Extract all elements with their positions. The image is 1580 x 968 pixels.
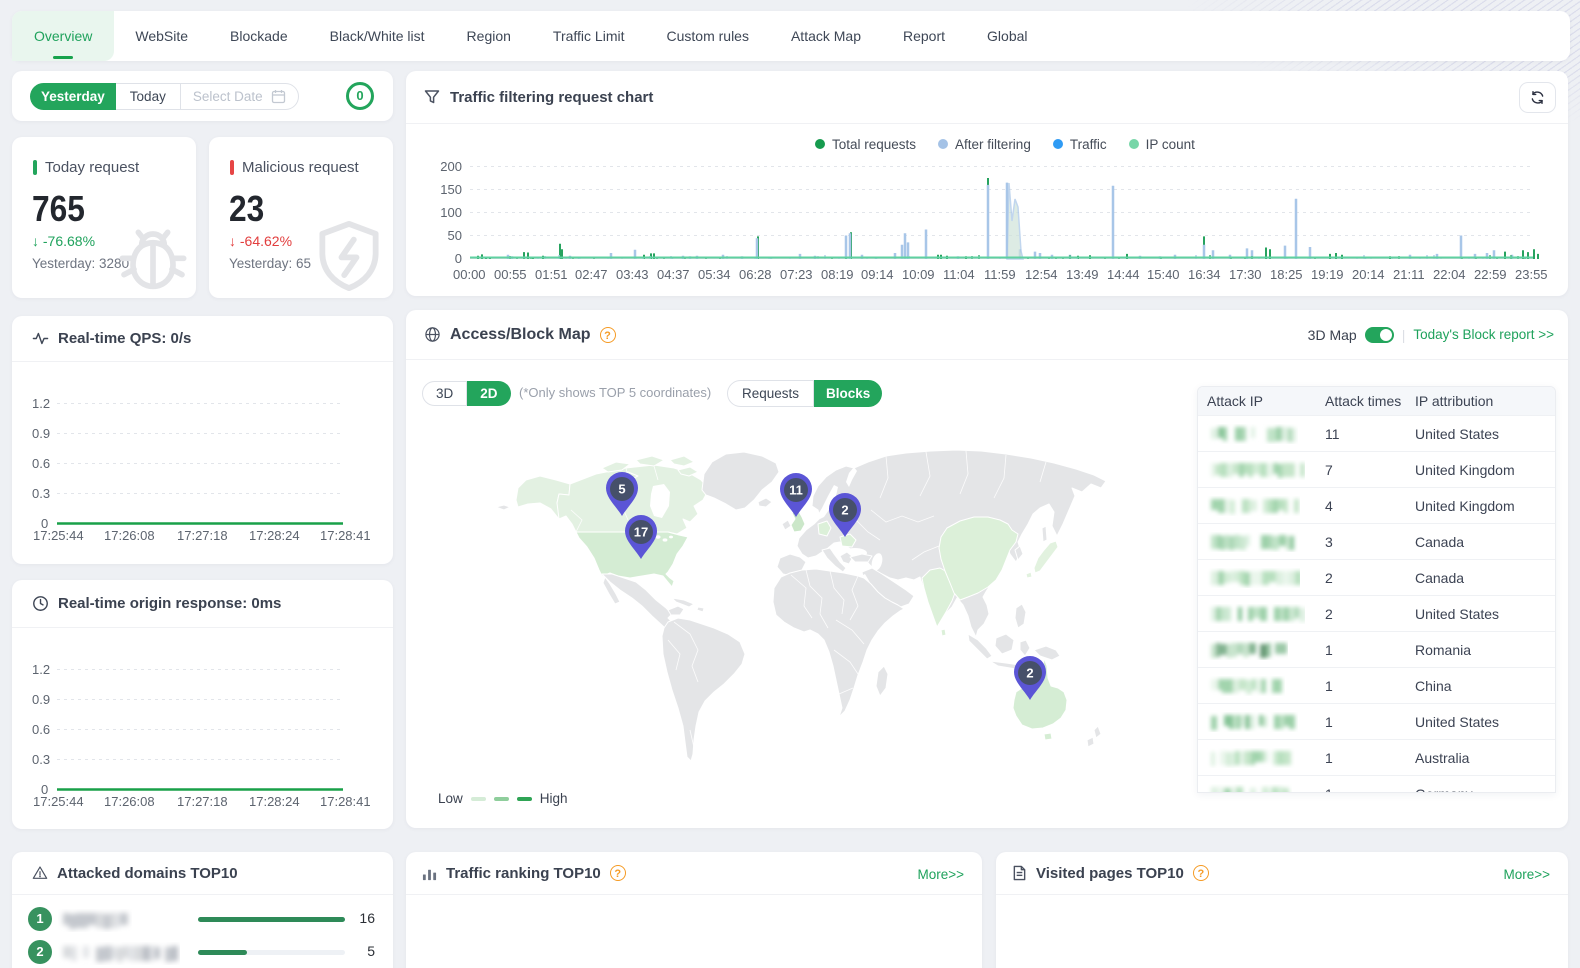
svg-text:5: 5 [618, 482, 625, 497]
svg-text:11: 11 [789, 483, 803, 498]
svg-text:2: 2 [841, 503, 848, 518]
svg-text:2: 2 [1026, 666, 1033, 681]
svg-text:17: 17 [634, 525, 648, 540]
